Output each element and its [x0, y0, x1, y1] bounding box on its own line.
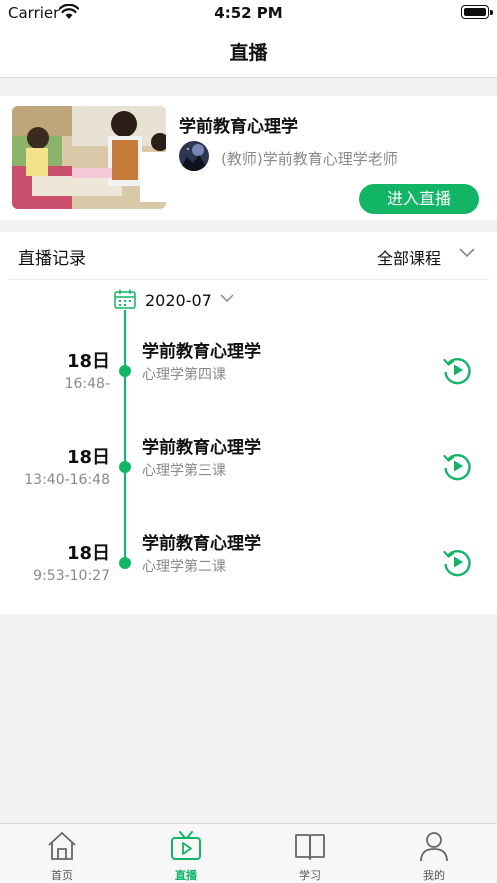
records-title: 直播记录 [18, 249, 86, 269]
page-title: 直播 [229, 42, 268, 64]
timeline-dot [119, 557, 131, 569]
tab-label: 学习 [299, 869, 321, 882]
tab-label: 首页 [51, 869, 73, 882]
tv-icon [171, 831, 201, 860]
replay-icon[interactable] [442, 355, 472, 385]
timeline-dot [119, 365, 131, 377]
tab-home[interactable]: 首页 [0, 824, 124, 883]
tab-live[interactable]: 直播 [124, 824, 248, 883]
replay-icon[interactable] [442, 451, 472, 481]
tab-label: 我的 [423, 869, 445, 882]
book-icon [295, 834, 325, 860]
record-day: 18日 [66, 543, 110, 564]
replay-icon[interactable] [442, 547, 472, 577]
timeline-dot [119, 461, 131, 473]
divider [8, 279, 489, 280]
tab-bar: 首页 直播 学习 我的 [0, 823, 497, 883]
live-thumbnail[interactable] [12, 106, 166, 209]
record-item[interactable]: 18日 16:48- 学前教育心理学 心理学第四课 [0, 327, 497, 423]
record-title: 学前教育心理学 [142, 342, 261, 362]
record-subtitle: 心理学第二课 [142, 559, 226, 575]
record-item[interactable]: 18日 13:40-16:48 学前教育心理学 心理学第三课 [0, 423, 497, 519]
record-title: 学前教育心理学 [142, 534, 261, 554]
record-subtitle: 心理学第四课 [142, 367, 226, 383]
chevron-down-icon[interactable] [459, 248, 475, 258]
record-time: 13:40-16:48 [24, 472, 110, 488]
teacher-avatar [179, 141, 209, 171]
battery-icon [461, 5, 493, 19]
enter-live-button[interactable]: 进入直播 [359, 184, 479, 214]
record-title: 学前教育心理学 [142, 438, 261, 458]
record-subtitle: 心理学第三课 [142, 463, 226, 479]
live-records-section: 直播记录 全部课程 2020-07 18日 16:48- 学前教育心理学 心理学… [0, 232, 497, 614]
tab-mine[interactable]: 我的 [372, 824, 496, 883]
record-day: 18日 [66, 447, 110, 468]
live-course-title: 学前教育心理学 [179, 117, 298, 137]
records-header: 直播记录 全部课程 [0, 232, 497, 280]
record-time: 16:48- [64, 376, 110, 392]
home-icon [48, 832, 76, 860]
record-item[interactable]: 18日 9:53-10:27 学前教育心理学 心理学第二课 [0, 519, 497, 615]
nav-bar: 直播 [0, 26, 497, 78]
record-time: 9:53-10:27 [33, 568, 110, 584]
calendar-icon [114, 289, 136, 309]
person-icon [420, 832, 448, 862]
clock: 4:52 PM [214, 4, 283, 22]
tab-study[interactable]: 学习 [248, 824, 372, 883]
live-card[interactable]: 学前教育心理学 (教师)学前教育心理学老师 进入直播 [0, 96, 497, 220]
month-label: 2020-07 [145, 291, 212, 310]
course-filter-dropdown[interactable]: 全部课程 [377, 245, 441, 269]
record-day: 18日 [66, 351, 110, 372]
status-bar: Carrier 4:52 PM [0, 0, 497, 26]
tab-label: 直播 [175, 869, 197, 882]
teacher-name: (教师)学前教育心理学老师 [221, 150, 398, 168]
chevron-down-icon [220, 294, 234, 303]
